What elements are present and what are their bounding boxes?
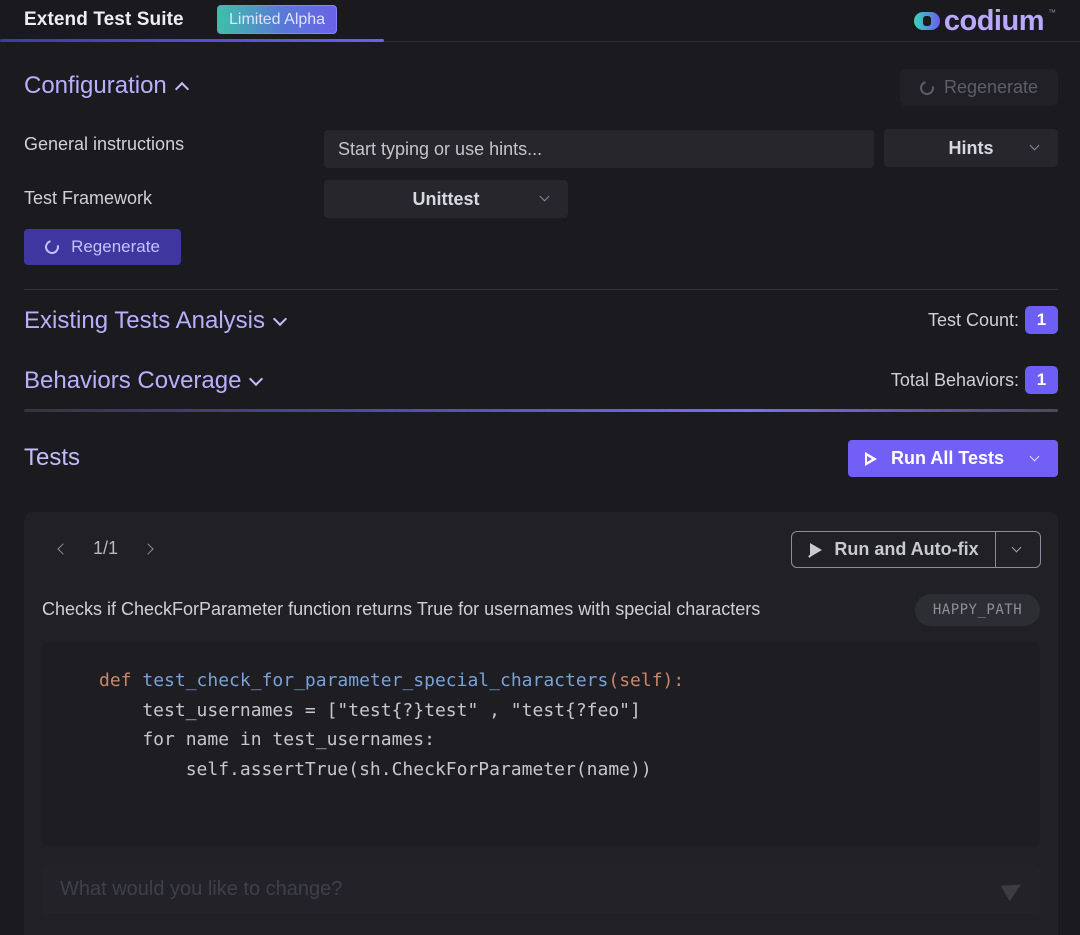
limited-alpha-badge: Limited Alpha xyxy=(217,5,338,34)
test-count: Test Count: 1 xyxy=(928,306,1058,334)
chevron-up-icon xyxy=(174,81,189,97)
test-count-badge: 1 xyxy=(1025,306,1058,334)
total-behaviors-label: Total Behaviors: xyxy=(890,369,1019,390)
play-icon xyxy=(864,451,879,466)
pager-position: 1/1 xyxy=(93,538,119,558)
refresh-icon xyxy=(917,77,937,98)
code-line-2: test_usernames = ["test{?}test" , "test{… xyxy=(99,699,641,721)
hints-dropdown[interactable]: Hints xyxy=(884,129,1058,167)
test-pager: 1/1 xyxy=(57,538,154,559)
change-request-input[interactable] xyxy=(42,864,1040,914)
total-behaviors: Total Behaviors: 1 xyxy=(891,366,1058,394)
play-wand-icon xyxy=(808,542,824,558)
test-framework-label: Test Framework xyxy=(24,188,153,208)
code-line-3: for name in test_usernames: xyxy=(99,729,435,750)
hints-label: Hints xyxy=(948,137,994,158)
total-behaviors-badge: 1 xyxy=(1025,366,1058,394)
test-code-block[interactable]: def test_check_for_parameter_special_cha… xyxy=(42,642,1040,846)
chevron-down-icon[interactable] xyxy=(1029,451,1040,462)
regenerate-top-button[interactable]: Regenerate xyxy=(900,69,1058,106)
test-card: 1/1 Run and Auto-fix Checks if CheckForP… xyxy=(24,512,1058,935)
chevron-down-icon xyxy=(249,371,264,387)
run-all-tests-button[interactable]: Run All Tests xyxy=(848,440,1058,477)
general-instructions-label: General instructions xyxy=(24,134,185,154)
chevron-down-icon xyxy=(1029,140,1040,151)
codium-logo-icon xyxy=(913,12,940,30)
test-count-label: Test Count: xyxy=(927,309,1019,330)
run-and-autofix-button[interactable]: Run and Auto-fix xyxy=(792,532,996,567)
existing-tests-title: Existing Tests Analysis xyxy=(24,307,265,334)
regenerate-top-label: Regenerate xyxy=(943,77,1039,97)
autofix-options-button[interactable] xyxy=(996,532,1040,567)
codium-logo: codium ™ xyxy=(913,4,1056,38)
test-framework-dropdown[interactable]: Unittest xyxy=(324,180,568,218)
chevron-down-icon xyxy=(272,311,288,327)
section-divider-accent xyxy=(24,409,1058,412)
general-instructions-input[interactable] xyxy=(324,130,874,168)
send-icon[interactable] xyxy=(1002,878,1024,900)
regenerate-label: Regenerate xyxy=(71,237,160,256)
brand-name: codium xyxy=(943,4,1045,37)
chevron-right-icon[interactable] xyxy=(142,542,154,555)
code-function-name: test_check_for_parameter_special_charact… xyxy=(142,670,609,691)
code-params: (self): xyxy=(608,670,685,691)
code-keyword: def xyxy=(99,670,132,691)
behaviors-coverage-toggle[interactable]: Behaviors Coverage xyxy=(24,367,264,395)
configuration-toggle[interactable]: Configuration xyxy=(24,72,189,100)
test-description: Checks if CheckForParameter function ret… xyxy=(42,599,761,619)
regenerate-button[interactable]: Regenerate xyxy=(24,229,181,265)
configuration-title: Configuration xyxy=(24,72,167,99)
run-and-autofix-label: Run and Auto-fix xyxy=(834,539,979,559)
header-bar: Extend Test Suite Limited Alpha codium ™ xyxy=(0,0,1080,42)
test-framework-value: Unittest xyxy=(412,188,480,209)
refresh-icon xyxy=(42,237,62,257)
run-and-autofix-split-button: Run and Auto-fix xyxy=(791,531,1041,568)
happy-path-tag: HAPPY_PATH xyxy=(915,594,1040,626)
chevron-down-icon xyxy=(539,191,550,202)
behaviors-coverage-title: Behaviors Coverage xyxy=(24,367,242,394)
section-divider xyxy=(24,289,1058,290)
app-title: Extend Test Suite xyxy=(24,9,184,30)
code-line-4: self.assertTrue(sh.CheckForParameter(nam… xyxy=(99,758,652,780)
tests-title: Tests xyxy=(24,444,81,471)
run-all-tests-label: Run All Tests xyxy=(891,448,1005,468)
active-tab-indicator xyxy=(0,39,384,42)
chevron-left-icon[interactable] xyxy=(57,542,69,555)
chevron-down-icon xyxy=(1011,542,1022,553)
brand-trademark: ™ xyxy=(1048,8,1056,17)
existing-tests-toggle[interactable]: Existing Tests Analysis xyxy=(24,307,288,335)
